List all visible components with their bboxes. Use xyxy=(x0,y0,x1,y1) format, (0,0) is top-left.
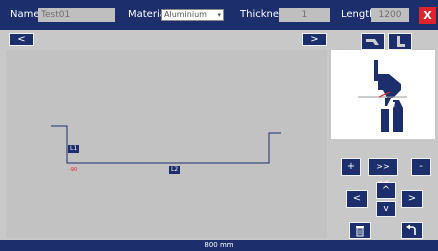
undo-icon xyxy=(406,224,416,235)
left-button[interactable]: < xyxy=(346,190,368,208)
profile-drawing xyxy=(51,125,281,164)
segment-tag-l2[interactable]: L2 xyxy=(169,166,181,174)
profile-line xyxy=(51,125,281,164)
bend-preview xyxy=(331,50,435,139)
minus-button[interactable]: - xyxy=(411,158,431,176)
swap-button[interactable]: >> << xyxy=(368,158,398,187)
segment-tag-l1[interactable]: L1 xyxy=(68,145,80,153)
bend-down-icon xyxy=(366,39,379,45)
name-label: Name xyxy=(10,9,40,20)
undo-button[interactable] xyxy=(401,222,423,239)
prev-button[interactable]: < xyxy=(9,33,34,46)
length-input[interactable]: 1200 xyxy=(371,8,409,22)
trash-icon xyxy=(356,226,364,237)
close-button[interactable]: X xyxy=(419,7,436,24)
red-angle-mark: -90 xyxy=(69,167,78,173)
drawing-canvas[interactable]: L1 L2 -90 xyxy=(6,50,327,238)
delete-button[interactable] xyxy=(349,222,371,239)
material-value: Aluminium xyxy=(164,10,207,19)
chevron-down-icon: ▾ xyxy=(217,11,221,19)
plus-button[interactable]: + xyxy=(341,158,361,176)
bend-up-icon xyxy=(397,36,405,47)
up-button[interactable]: ^ xyxy=(376,182,396,199)
name-input[interactable]: Test01 xyxy=(38,8,115,22)
width-readout: 800 mm xyxy=(0,240,438,251)
bend-up-tool-button[interactable] xyxy=(388,33,412,50)
next-button[interactable]: > xyxy=(302,33,327,46)
down-button[interactable]: v xyxy=(376,201,396,217)
material-select[interactable]: Aluminium ▾ xyxy=(161,9,224,21)
tool-preview-graphic xyxy=(358,60,407,132)
bend-down-tool-button[interactable] xyxy=(361,33,385,50)
right-button[interactable]: > xyxy=(401,190,423,208)
thickness-input[interactable]: 1 xyxy=(279,8,330,22)
